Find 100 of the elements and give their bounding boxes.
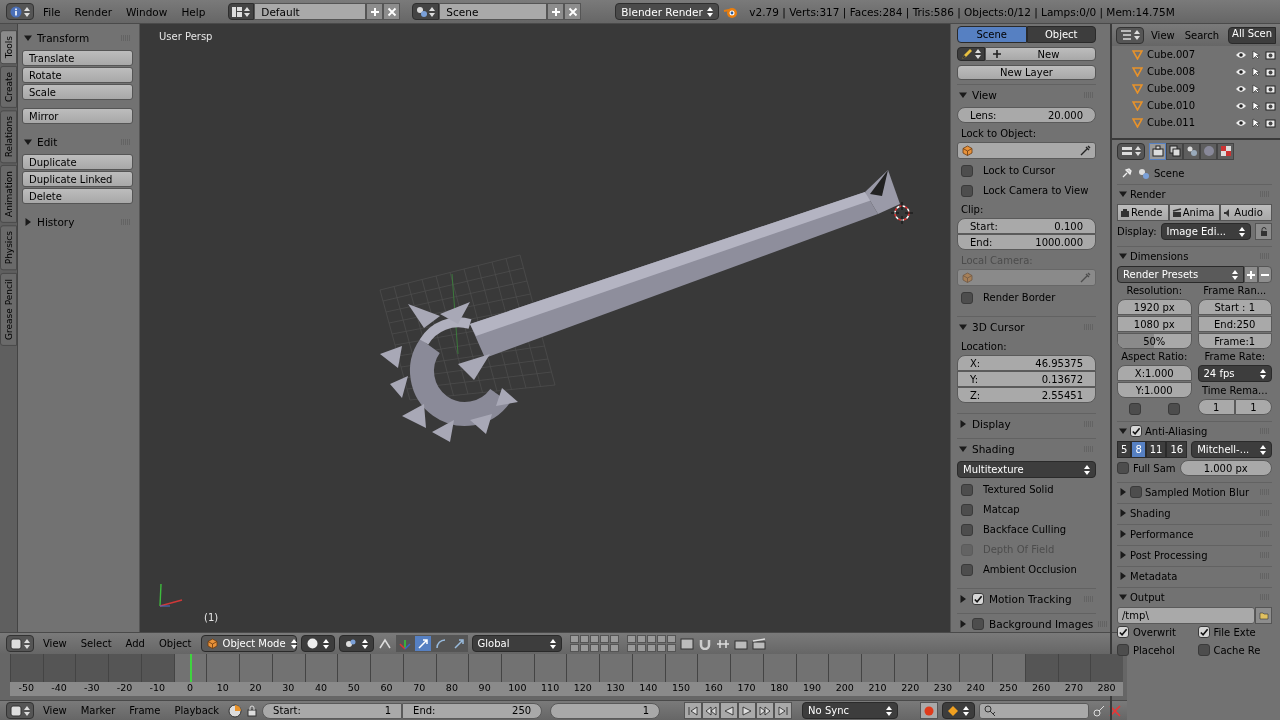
checkbox[interactable] [961, 503, 973, 516]
tool-tab[interactable]: Physics [0, 225, 17, 271]
playback-button[interactable] [702, 702, 721, 719]
panel-header[interactable]: Background Images [957, 614, 1096, 632]
playback-button[interactable] [756, 702, 775, 719]
menu-item[interactable]: Object [153, 638, 197, 649]
path-field[interactable]: /tmp\ [1117, 607, 1255, 624]
menu-item[interactable]: View [1148, 29, 1178, 41]
checkbox[interactable] [1117, 626, 1129, 638]
panel-header[interactable]: Sampled Motion Blur [1117, 483, 1272, 501]
tool-button[interactable]: Scale [22, 84, 133, 100]
presets-dropdown[interactable]: Render Presets [1117, 266, 1244, 283]
tool-button[interactable]: Duplicate Linked [22, 171, 133, 187]
panel-header[interactable]: Anti-Aliasing [1117, 422, 1272, 440]
number-field[interactable]: Y: 0.13672 [957, 371, 1096, 387]
panel-header[interactable]: Shading [957, 439, 1096, 459]
render-engine-dropdown[interactable]: Blender Render [615, 3, 720, 20]
tool-tab[interactable]: Relations [0, 110, 17, 164]
panel-header[interactable]: History [22, 212, 133, 232]
editor-type-button[interactable] [1117, 142, 1145, 160]
scene-name-field[interactable]: Scene [439, 3, 548, 20]
tool-button[interactable]: Rotate [22, 67, 133, 83]
manipulator-toggle[interactable] [395, 635, 414, 652]
mode-dropdown[interactable]: Object Mode [200, 635, 297, 652]
checkbox[interactable] [972, 593, 984, 605]
number-field[interactable]: Frame:1 [1197, 333, 1272, 349]
tool-tab[interactable]: Animation [0, 165, 17, 224]
pivot-selector[interactable] [338, 635, 374, 652]
menu-item[interactable]: Playback [169, 705, 225, 716]
editor-type-button[interactable] [6, 3, 34, 20]
checkbox[interactable] [1197, 644, 1210, 656]
lock-button[interactable] [1255, 223, 1272, 240]
properties-tab[interactable] [1183, 142, 1200, 160]
checkbox[interactable] [1167, 403, 1180, 415]
panel-header[interactable]: Render [1117, 185, 1272, 203]
checkbox[interactable] [961, 483, 973, 496]
checkbox[interactable] [1130, 486, 1142, 498]
sample-button[interactable]: 5 [1117, 441, 1132, 458]
scene-filter-dropdown[interactable]: All Scen [1228, 26, 1276, 44]
playhead[interactable] [190, 654, 193, 682]
tool-button[interactable]: Duplicate [22, 154, 133, 170]
record-button[interactable] [920, 702, 939, 719]
menu-item[interactable]: Window [120, 5, 173, 18]
menu-item[interactable]: Help [176, 5, 211, 18]
tool-tab[interactable]: Create [0, 66, 17, 109]
menu-item[interactable]: Add [120, 638, 150, 649]
outliner-item[interactable]: Cube.008 [1112, 63, 1280, 80]
current-frame-field[interactable]: 1 [550, 702, 661, 719]
outliner-item[interactable]: Cube.011 [1112, 114, 1280, 131]
properties-tab[interactable] [1166, 142, 1183, 160]
number-field[interactable]: Y:1.000 [1117, 382, 1192, 398]
number-field[interactable]: Start: 0.100 [957, 218, 1096, 234]
close-button[interactable] [564, 3, 582, 20]
properties-tab[interactable] [1217, 142, 1234, 160]
properties-tab[interactable] [1149, 142, 1166, 160]
number-field[interactable]: End:250 [1197, 316, 1272, 332]
editor-type-button[interactable] [6, 702, 34, 719]
playback-button[interactable] [774, 702, 793, 719]
frame-rate-dropdown[interactable]: 24 fps [1197, 365, 1272, 382]
shading-dropdown[interactable]: Multitexture [957, 461, 1096, 478]
checkbox[interactable] [1128, 403, 1141, 415]
number-field[interactable]: Start : 1 [1197, 299, 1272, 315]
number-field[interactable]: 1 [1234, 399, 1272, 415]
render-button[interactable]: Rende [1117, 204, 1169, 221]
sample-button[interactable]: 8 [1131, 441, 1146, 458]
sync-dropdown[interactable]: No Sync [802, 702, 899, 719]
close-button[interactable] [383, 3, 401, 20]
keying-set-field[interactable] [979, 702, 1090, 719]
panel-header[interactable]: Motion Tracking [957, 589, 1096, 609]
panel-tab[interactable]: Object [1026, 26, 1096, 43]
panel-tab[interactable]: Scene [957, 26, 1027, 43]
checkbox[interactable] [961, 523, 973, 536]
tool-tab[interactable]: Tools [0, 30, 17, 65]
checkbox[interactable] [961, 291, 973, 304]
end-frame-field[interactable]: End: 250 [402, 702, 543, 719]
panel-header[interactable]: Dimensions [1117, 247, 1272, 265]
tool-button[interactable]: Mirror [22, 108, 133, 124]
panel-header[interactable]: Post Processing [1117, 546, 1272, 564]
number-field[interactable]: 1 [1197, 399, 1235, 415]
checkbox[interactable] [961, 184, 973, 197]
menu-item[interactable]: Render [69, 5, 117, 18]
menu-item[interactable]: File [38, 5, 66, 18]
checkbox[interactable] [972, 618, 984, 630]
orientation-dropdown[interactable]: Global [471, 635, 562, 652]
shading-selector[interactable] [300, 635, 335, 652]
number-field[interactable]: End: 1000.000 [957, 234, 1096, 250]
number-field[interactable]: 1080 px [1117, 316, 1192, 332]
layout-selector[interactable] [228, 3, 255, 20]
checkbox[interactable] [1197, 626, 1210, 638]
display-mode-selector[interactable] [1116, 26, 1144, 44]
panel-header[interactable]: Performance [1117, 525, 1272, 543]
display-dropdown[interactable]: Image Edi... [1160, 223, 1251, 240]
checkbox[interactable] [961, 563, 973, 576]
menu-item[interactable]: Search [1181, 29, 1223, 41]
checkbox[interactable] [1130, 425, 1142, 437]
checkbox[interactable] [1117, 462, 1129, 474]
object-field[interactable] [957, 142, 1096, 159]
number-field[interactable]: X:1.000 [1117, 365, 1192, 381]
number-field[interactable]: 1.000 px [1179, 460, 1272, 476]
editor-type-button[interactable] [6, 635, 34, 652]
